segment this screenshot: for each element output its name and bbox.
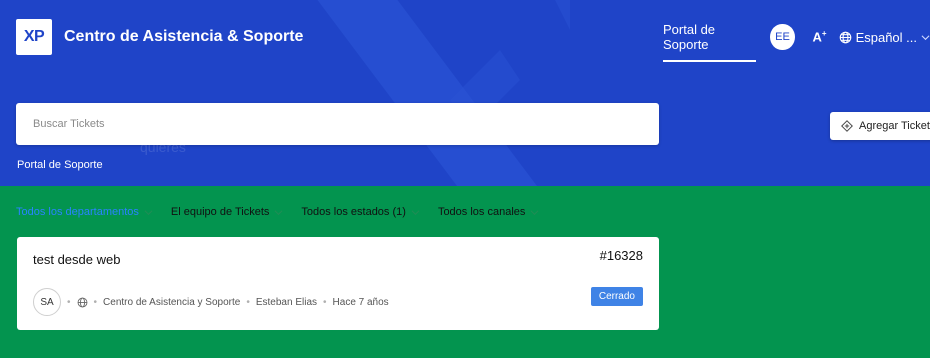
globe-icon — [77, 297, 87, 307]
page: XP Centro de Asistencia & Soporte Portal… — [0, 0, 930, 358]
filter-label: Todos los canales — [437, 206, 526, 218]
add-ticket-button[interactable]: Agregar Ticket — [830, 112, 930, 140]
ticket-title[interactable]: test desde web — [33, 252, 120, 267]
ticket-number: #16328 — [599, 248, 643, 263]
ticket-meta: SA • • Centro de Asistencia y Soporte • … — [33, 288, 389, 316]
ticket-card[interactable]: test desde web #16328 SA • • Centro de A… — [17, 237, 659, 330]
language-selector[interactable]: Español ... — [839, 30, 930, 45]
ticket-assignee: Esteban Elias — [255, 296, 318, 308]
breadcrumb[interactable]: Portal de Soporte — [17, 159, 103, 171]
status-badge: Cerrado — [590, 287, 643, 306]
filter-team[interactable]: El equipo de Tickets — [171, 206, 283, 218]
font-size-label: A — [812, 29, 822, 45]
search-input[interactable] — [33, 118, 659, 130]
font-size-button[interactable]: A+ — [813, 29, 827, 44]
chevron-down-icon — [530, 209, 539, 215]
font-size-sup: + — [821, 29, 827, 39]
top-navigation: Portal de Soporte EE A+ Español ... — [663, 20, 930, 62]
filter-label: Todos los departamentos — [16, 206, 139, 218]
add-ticket-label: Agregar Ticket — [859, 120, 930, 132]
ghost-text: quieres — [140, 139, 186, 155]
chevron-down-icon — [411, 209, 420, 215]
language-label: Español ... — [855, 29, 917, 45]
background-x-graphic — [317, 0, 570, 186]
nav-portal-link[interactable]: Portal de Soporte — [663, 22, 757, 62]
ticket-icon — [841, 120, 853, 132]
logo[interactable]: XP — [16, 19, 52, 55]
chevron-down-icon — [144, 209, 153, 215]
chevron-down-icon — [274, 209, 283, 215]
filter-channels[interactable]: Todos los canales — [438, 206, 539, 218]
filter-status[interactable]: Todos los estados (1) — [301, 206, 420, 218]
header-band: XP Centro de Asistencia & Soporte Portal… — [0, 0, 930, 186]
separator-dot: • — [93, 296, 98, 308]
contact-avatar[interactable]: SA — [33, 288, 61, 316]
brand[interactable]: XP Centro de Asistencia & Soporte — [16, 19, 303, 55]
separator-dot: • — [67, 296, 71, 308]
brand-title: Centro de Asistencia & Soporte — [64, 28, 304, 45]
ticket-department: Centro de Asistencia y Soporte — [103, 296, 241, 308]
separator-dot: • — [323, 296, 327, 308]
filter-label: El equipo de Tickets — [170, 206, 270, 218]
filter-departments[interactable]: Todos los departamentos — [16, 206, 153, 218]
search-box[interactable] — [16, 103, 659, 145]
separator-dot: • — [246, 296, 250, 308]
chevron-down-icon — [921, 34, 930, 40]
globe-icon — [839, 31, 851, 43]
ticket-time: Hace 7 años — [332, 296, 389, 308]
filter-label: Todos los estados (1) — [301, 206, 406, 218]
user-avatar[interactable]: EE — [770, 24, 795, 50]
filter-bar: Todos los departamentos El equipo de Tic… — [16, 206, 539, 218]
